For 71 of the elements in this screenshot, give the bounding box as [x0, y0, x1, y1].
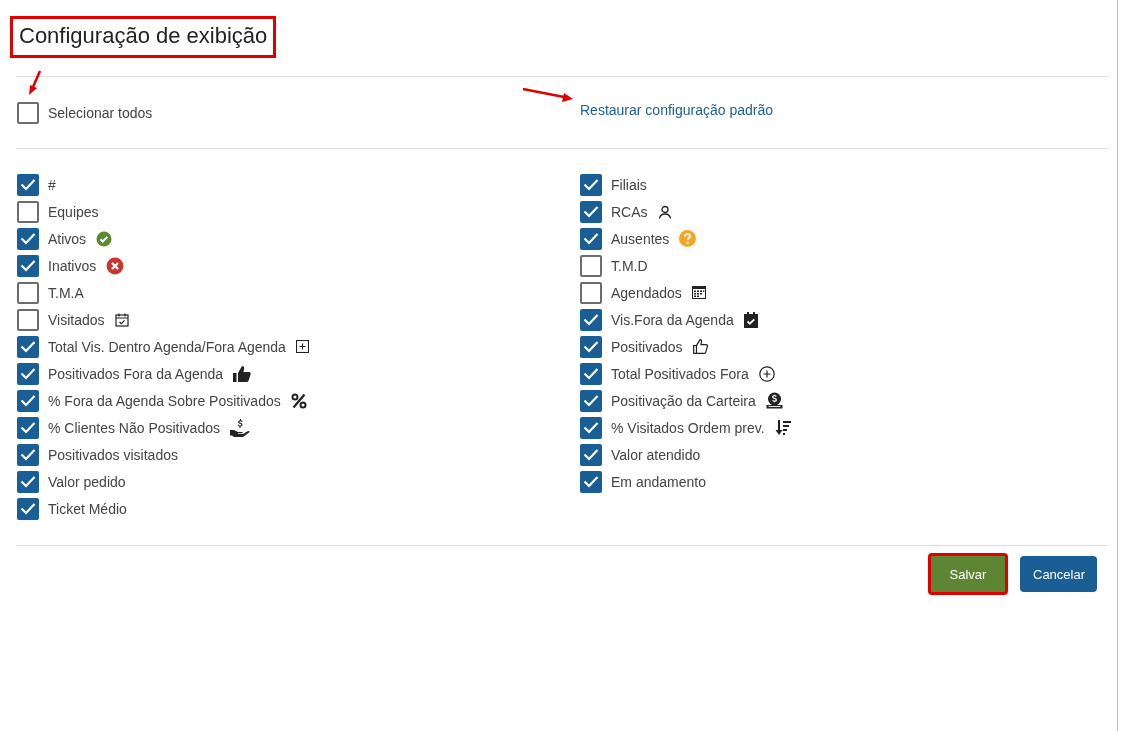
- calendar-filled-icon: [743, 311, 758, 328]
- question-circle-icon: [679, 230, 697, 247]
- checkbox[interactable]: [17, 362, 39, 385]
- option-label: Total Vis. Dentro Agenda/Fora Agenda: [48, 338, 286, 355]
- checkbox[interactable]: [580, 416, 602, 439]
- thumbs-up-icon: [233, 365, 251, 382]
- option-label: Vis.Fora da Agenda: [611, 311, 734, 328]
- option-label: Positivados visitados: [48, 446, 178, 463]
- checkbox[interactable]: [17, 389, 39, 412]
- option-label: Valor pedido: [48, 473, 126, 490]
- checkbox[interactable]: [17, 443, 39, 466]
- highlighted-dialog-title: Configuração de exibição: [10, 16, 277, 58]
- checkbox[interactable]: [17, 173, 39, 196]
- option-label: Positivação da Carteira: [611, 392, 756, 409]
- plus-square-icon: [295, 340, 309, 353]
- option-label: % Clientes Não Positivados: [48, 419, 220, 436]
- checkbox[interactable]: [580, 362, 602, 385]
- checkbox[interactable]: [17, 308, 39, 331]
- checkbox[interactable]: [580, 443, 602, 466]
- option-label: Positivados: [611, 338, 683, 355]
- person-icon: [658, 205, 671, 219]
- option-label: T.M.A: [48, 284, 84, 301]
- checkbox[interactable]: [580, 335, 602, 358]
- checkbox[interactable]: [580, 308, 602, 331]
- option-label: Total Positivados Fora: [611, 365, 749, 382]
- option-label: T.M.D: [611, 257, 648, 274]
- option-label: Agendados: [611, 284, 682, 301]
- checkbox[interactable]: [17, 497, 39, 520]
- save-button[interactable]: Salvar: [928, 553, 1008, 595]
- checkbox[interactable]: [580, 254, 602, 277]
- percent-icon: [291, 393, 307, 408]
- hand-coin-icon: [230, 418, 250, 437]
- checkbox[interactable]: [580, 470, 602, 493]
- checkbox[interactable]: [580, 173, 602, 196]
- option-label: Ticket Médio: [48, 500, 127, 517]
- checkbox[interactable]: [17, 281, 39, 304]
- calendar-grid-icon: [691, 286, 706, 299]
- option-label: Visitados: [48, 311, 105, 328]
- option-label: Ativos: [48, 230, 87, 247]
- thumbs-up-outline-icon: [692, 339, 708, 354]
- restore-defaults-link[interactable]: Restaurar configuração padrão: [580, 101, 773, 118]
- cancel-button[interactable]: Cancelar: [1020, 556, 1097, 592]
- check-circle-icon: [96, 231, 112, 246]
- checkbox[interactable]: [17, 101, 39, 124]
- money-bag-icon: [766, 392, 783, 409]
- option-label: Em andamento: [611, 473, 706, 490]
- checkbox[interactable]: [17, 227, 39, 250]
- option-label: % Visitados Ordem prev.: [611, 419, 765, 436]
- plus-circle-icon: [758, 365, 775, 382]
- checkbox[interactable]: [17, 200, 39, 223]
- option-label: Valor atendido: [611, 446, 701, 463]
- checkbox[interactable]: [580, 200, 602, 223]
- option-label: Ausentes: [611, 230, 670, 247]
- option-label: Equipes: [48, 203, 99, 220]
- checkbox[interactable]: [17, 254, 39, 277]
- sort-down-icon: [775, 420, 791, 435]
- checkbox[interactable]: [17, 416, 39, 439]
- option-label: % Fora da Agenda Sobre Positivados: [48, 392, 281, 409]
- checkbox[interactable]: [17, 470, 39, 493]
- x-circle-icon: [106, 257, 124, 274]
- checkbox[interactable]: [17, 335, 39, 358]
- calendar-check-icon: [114, 312, 129, 327]
- option-label: Filiais: [611, 176, 647, 193]
- checkbox[interactable]: [580, 227, 602, 250]
- option-label: RCAs: [611, 203, 648, 220]
- option-label: #: [48, 176, 56, 193]
- option-label: Inativos: [48, 257, 97, 274]
- checkbox[interactable]: [580, 389, 602, 412]
- option-label: Positivados Fora da Agenda: [48, 365, 224, 382]
- option-label: Selecionar todos: [48, 104, 153, 121]
- checkbox[interactable]: [580, 281, 602, 304]
